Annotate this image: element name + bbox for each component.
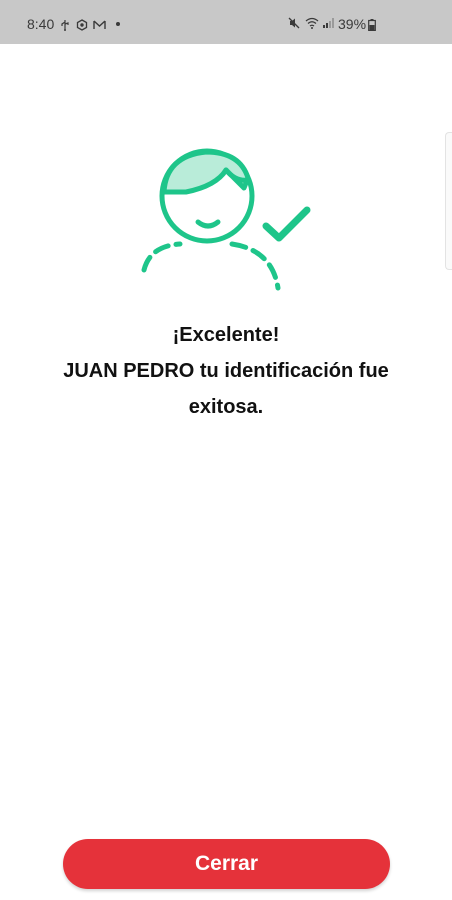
- success-title: ¡Excelente!: [172, 324, 280, 346]
- battery-group: 39%: [338, 16, 376, 32]
- settings-hex-icon: [76, 18, 88, 31]
- battery-percent: 39%: [338, 16, 367, 32]
- status-left-group: 8:40: [27, 16, 121, 32]
- close-button[interactable]: Cerrar: [63, 839, 390, 889]
- wifi-icon: [305, 16, 319, 29]
- usb-icon: [59, 18, 71, 31]
- battery-icon: [368, 18, 376, 32]
- status-right-group: [288, 16, 334, 29]
- mute-icon: [288, 16, 300, 29]
- success-message-line-2: exitosa.: [188, 396, 264, 418]
- gmail-icon: [93, 18, 106, 30]
- signal-icon: [322, 16, 334, 28]
- status-bar: 8:40 39%: [0, 0, 452, 44]
- edge-panel-handle[interactable]: [445, 132, 452, 270]
- status-time: 8:40: [27, 16, 55, 32]
- success-message-line-1: JUAN PEDRO tu identificación fue: [63, 360, 389, 382]
- user-verified-icon: [136, 140, 326, 300]
- notification-dot: [116, 22, 121, 26]
- success-message: JUAN PEDRO tu identificación fue exitosa…: [20, 353, 432, 425]
